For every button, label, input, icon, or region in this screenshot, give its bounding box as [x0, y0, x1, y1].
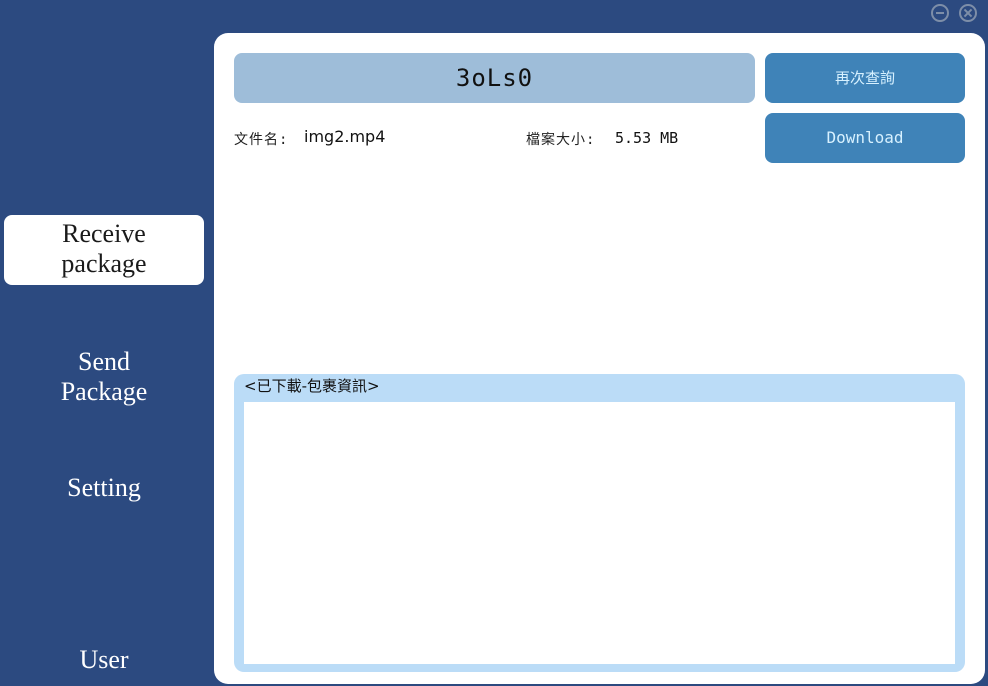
history-title: <已下載-包裹資訊> — [244, 377, 380, 395]
sidebar-item-user[interactable]: User — [4, 645, 204, 675]
package-code-display: 3oLs0 — [234, 53, 755, 103]
downloaded-history-panel: <已下載-包裹資訊> — [234, 374, 965, 672]
sidebar-item-label: Package — [60, 377, 148, 406]
history-list[interactable] — [244, 402, 955, 664]
minimize-icon[interactable] — [931, 4, 949, 22]
sidebar-item-label: package — [61, 249, 147, 278]
sidebar-item-label: User — [79, 645, 129, 674]
sidebar-item-receive-package[interactable]: Receive package — [4, 215, 204, 285]
filesize-label: 檔案大小: — [526, 132, 596, 148]
sidebar-item-send-package[interactable]: Send Package — [4, 347, 204, 407]
requery-button[interactable]: 再次查詢 — [765, 53, 965, 103]
filename-value: img2.mp4 — [304, 127, 386, 146]
sidebar-item-label: Receive — [62, 219, 146, 248]
close-icon[interactable] — [959, 4, 977, 22]
receive-panel: 3oLs0 再次查詢 Download 文件名: img2.mp4 檔案大小: … — [214, 33, 985, 684]
sidebar-item-label: Setting — [67, 473, 141, 502]
sidebar-item-label: Send — [78, 347, 130, 376]
sidebar-item-setting[interactable]: Setting — [4, 473, 204, 503]
filesize-value: 5.53 MB — [615, 129, 679, 147]
download-button[interactable]: Download — [765, 113, 965, 163]
filename-label: 文件名: — [234, 132, 289, 148]
